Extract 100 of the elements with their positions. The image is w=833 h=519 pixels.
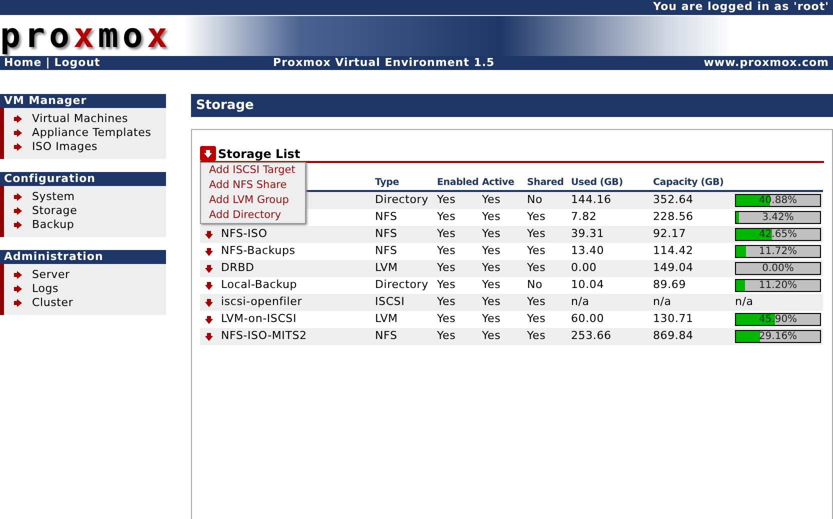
menu-link[interactable]: Cluster: [32, 294, 74, 312]
table-cell: Yes: [527, 244, 546, 258]
table-cell: Yes: [437, 261, 456, 274]
menu-item[interactable]: Add LVM Group: [209, 193, 296, 208]
menu-item[interactable]: Add NFS Share: [209, 178, 296, 193]
dropdown-icon[interactable]: [200, 146, 216, 161]
table-cell: Yes: [482, 210, 501, 224]
table-cell: Yes: [527, 312, 546, 326]
table-cell: 228.56: [653, 210, 694, 224]
table-cell: Yes: [527, 295, 546, 308]
table-cell: 92.17: [653, 227, 686, 240]
menu-item[interactable]: Add ISCSI Target: [209, 163, 296, 178]
login-status: You are logged in as 'root': [653, 0, 829, 16]
storage-name[interactable]: NFS-ISO-MITS2: [221, 328, 307, 345]
usage-percent: 0.00%: [762, 262, 794, 276]
storage-name[interactable]: LVM-on-ISCSI: [221, 311, 297, 328]
table-cell: Yes: [482, 193, 501, 206]
table-cell: Yes: [482, 278, 501, 292]
arrow-icon: [205, 332, 213, 340]
menu-link[interactable]: System: [32, 188, 75, 206]
table-cell: 0.00: [571, 261, 597, 274]
menu-link[interactable]: Logs: [32, 280, 59, 298]
page-title: Storage: [191, 94, 833, 117]
table-cell: 149.04: [653, 261, 694, 274]
table-cell: Yes: [437, 193, 456, 206]
arrow-icon: [205, 316, 213, 324]
section-title: Storage List: [218, 147, 300, 161]
table-cell: ISCSI: [375, 295, 405, 308]
nav-link[interactable]: Logout: [54, 54, 100, 72]
table-cell: Yes: [482, 312, 501, 326]
column-header: Shared: [527, 176, 565, 190]
column-header: Active: [482, 176, 516, 190]
storage-name[interactable]: iscsi-openfiler: [221, 294, 302, 311]
table-cell: Yes: [437, 295, 456, 308]
section-header: VM Manager: [0, 94, 166, 108]
storage-name[interactable]: DRBD: [221, 260, 254, 277]
menu-link[interactable]: ISO Images: [32, 138, 98, 156]
menu-link[interactable]: Storage: [32, 202, 78, 220]
table-cell: 253.66: [571, 329, 612, 342]
table-cell: 114.42: [653, 244, 694, 258]
table-cell: Yes: [527, 210, 546, 224]
table-cell: Yes: [437, 244, 456, 258]
table-cell: 10.04: [571, 278, 604, 292]
section-header: Configuration: [0, 172, 166, 186]
nav-link[interactable]: Home: [4, 54, 42, 72]
table-cell: Yes: [482, 261, 501, 274]
table-cell: n/a: [653, 295, 672, 308]
table-cell: 7.82: [571, 210, 597, 224]
table-cell: 130.71: [653, 312, 694, 326]
table-cell: Yes: [437, 329, 456, 342]
column-header: Enabled: [437, 176, 480, 190]
table-cell: NFS: [375, 210, 398, 224]
table-cell: Yes: [437, 227, 456, 240]
column-header: Used (GB): [571, 176, 624, 190]
table-cell: NFS: [375, 329, 398, 342]
table-cell: Yes: [437, 210, 456, 224]
table-cell: 352.64: [653, 193, 694, 206]
menu-link[interactable]: Backup: [32, 216, 74, 234]
app-title: Proxmox Virtual Environment 1.5: [273, 56, 495, 69]
menu-link[interactable]: Virtual Machines: [32, 110, 128, 128]
table-cell: LVM: [375, 312, 398, 326]
logo: proxmox: [0, 19, 172, 53]
table-cell: Directory: [375, 193, 428, 206]
table-cell: Yes: [437, 278, 456, 292]
arrow-icon: [205, 282, 213, 290]
table-cell: 39.31: [571, 227, 604, 240]
table-cell: 144.16: [571, 193, 612, 206]
table-cell: 60.00: [571, 312, 604, 326]
column-header: Type: [375, 176, 400, 190]
table-cell: Yes: [527, 261, 546, 274]
separator-text: |: [46, 54, 50, 71]
storage-name[interactable]: NFS-ISO: [221, 226, 268, 243]
usage-percent: 11.72%: [758, 245, 798, 259]
column-header: Capacity (GB): [653, 176, 725, 190]
table-cell: NFS: [375, 227, 398, 240]
table-cell: LVM: [375, 261, 398, 274]
table-cell: 869.84: [653, 329, 694, 342]
table-cell: Yes: [527, 329, 546, 342]
usage-percent: 3.42%: [762, 211, 794, 225]
arrow-icon: [205, 298, 213, 306]
table-cell: No: [527, 278, 543, 292]
storage-name[interactable]: Local-Backup: [221, 277, 298, 294]
menu-link[interactable]: Appliance Templates: [32, 124, 152, 142]
storage-name[interactable]: NFS-Backups: [221, 243, 296, 260]
table-cell: n/a: [571, 295, 590, 308]
table-cell: Yes: [482, 329, 501, 342]
arrow-icon: [205, 248, 213, 256]
table-cell: NFS: [375, 244, 398, 258]
arrow-icon: [205, 264, 213, 272]
menu-link[interactable]: Server: [32, 266, 70, 284]
arrow-icon: [205, 230, 213, 238]
table-cell: Yes: [437, 312, 456, 326]
site-link[interactable]: www.proxmox.com: [704, 54, 829, 72]
table-cell: Yes: [527, 227, 546, 240]
table-cell: n/a: [735, 295, 754, 308]
menu-item[interactable]: Add Directory: [209, 208, 296, 223]
table-cell: Yes: [482, 295, 501, 308]
table-cell: Yes: [482, 227, 501, 240]
usage-percent: 11.20%: [758, 279, 798, 293]
table-cell: 89.69: [653, 278, 686, 292]
